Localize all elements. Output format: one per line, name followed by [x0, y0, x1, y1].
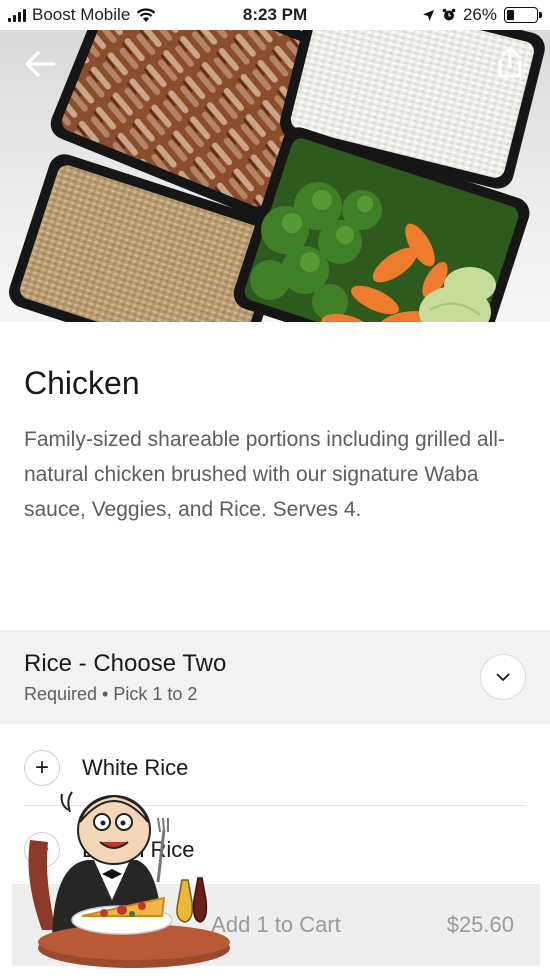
product-image [0, 30, 550, 322]
chef-mascot-watermark [28, 791, 230, 968]
option-group-title: Rice - Choose Two [24, 650, 227, 677]
status-bar: Boost Mobile 8:23 PM 26% [0, 0, 550, 30]
battery-icon [504, 7, 542, 23]
arrow-left-icon [25, 51, 56, 77]
product-description: Family-sized shareable portions includin… [24, 428, 505, 521]
share-button[interactable] [488, 40, 532, 84]
back-button[interactable] [18, 42, 62, 86]
battery-percent: 26% [462, 5, 497, 24]
collapse-button[interactable] [480, 654, 526, 700]
status-right: 26% [422, 5, 542, 25]
option-group-requirement: Required • Pick 1 to 2 [24, 684, 198, 704]
battery-level [507, 10, 514, 20]
location-icon [422, 9, 434, 21]
rice-option-group-header[interactable]: Rice - Choose Two Required • Pick 1 to 2 [0, 630, 550, 724]
product-title: Chicken [24, 365, 140, 401]
chevron-down-icon [496, 673, 510, 681]
alarm-icon [442, 8, 456, 21]
share-icon [498, 46, 522, 78]
food-photo [9, 30, 545, 322]
cart-price: $25.60 [446, 912, 514, 937]
